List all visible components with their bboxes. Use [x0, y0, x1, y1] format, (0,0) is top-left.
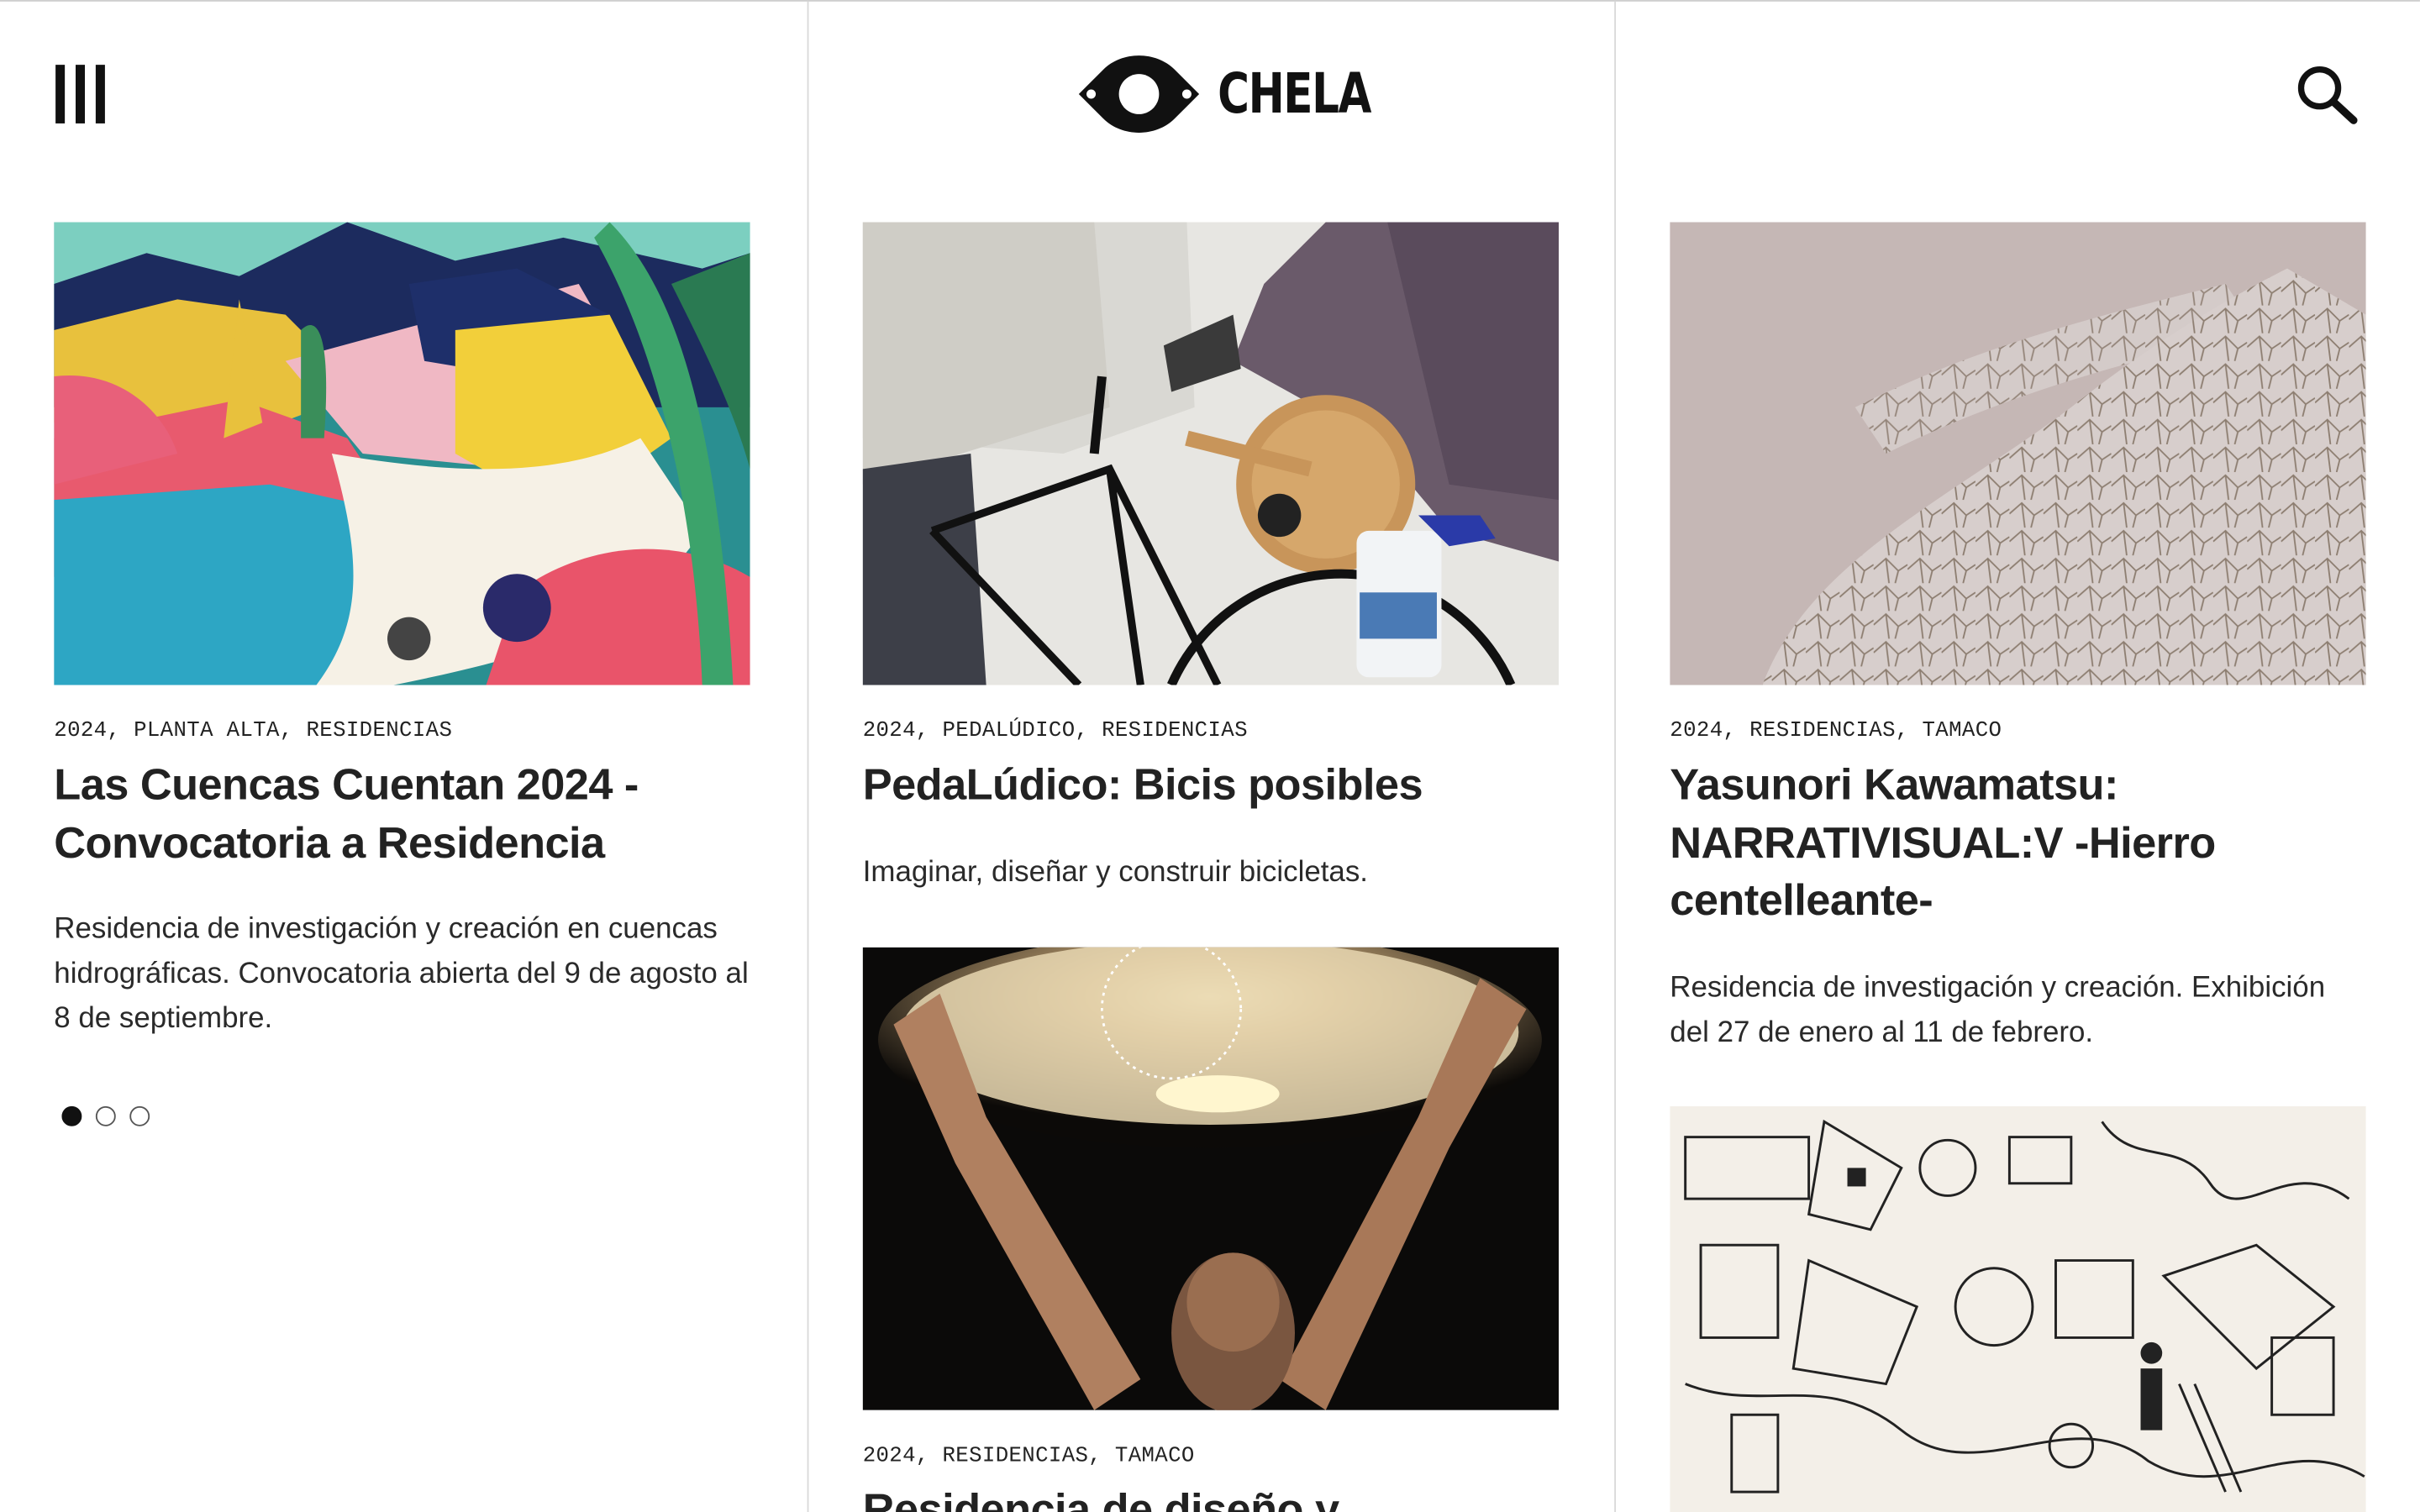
menu-icon-bar	[95, 65, 105, 123]
logo-text: CHELA	[1218, 62, 1371, 126]
card-title[interactable]: Yasunori Kawamatsu: NARRATIVISUAL:V -Hie…	[1670, 758, 2365, 932]
menu-icon-bar	[55, 65, 66, 123]
page: 2024, PLANTA ALTA, RESIDENCIAS Las Cuenc…	[0, 0, 2420, 1512]
card-tags: 2024, RESIDENCIAS, TAMACO	[862, 1444, 1195, 1469]
card-image-sketch[interactable]	[1670, 1105, 2366, 1512]
tag-link[interactable]: 2024	[1670, 719, 1723, 743]
card-description: Residencia de investigación y creación. …	[1670, 971, 2326, 1049]
carousel-dot-1[interactable]	[61, 1105, 82, 1126]
card-image-cracked-surface[interactable]	[1670, 222, 2366, 685]
card-title[interactable]: Las Cuencas Cuentan 2024 - Convocatoria …	[54, 758, 750, 874]
tag-link[interactable]: RESIDENCIAS	[306, 719, 452, 743]
tag-link[interactable]: RESIDENCIAS	[943, 1444, 1089, 1468]
column-1: 2024, PLANTA ALTA, RESIDENCIAS Las Cuenc…	[0, 2, 806, 1512]
carousel-indicator	[61, 1105, 150, 1126]
tag-link[interactable]: RESIDENCIAS	[1749, 719, 1896, 743]
card-tags: 2024, RESIDENCIAS, TAMACO	[1670, 718, 2002, 744]
card-tags: 2024, PEDALÚDICO, RESIDENCIAS	[862, 718, 1248, 744]
tag-link[interactable]: RESIDENCIAS	[1102, 719, 1248, 743]
search-button[interactable]	[2295, 63, 2360, 124]
card: 2024, RESIDENCIAS, TAMACO Yasunori Kawam…	[1670, 222, 2366, 1054]
card-image-bicycle[interactable]	[862, 222, 1560, 685]
menu-button[interactable]	[55, 65, 105, 123]
menu-icon-bar	[75, 65, 86, 123]
tag-link[interactable]: TAMACO	[1922, 719, 2002, 743]
card-description: Imaginar, diseñar y construir bicicletas…	[862, 855, 1369, 889]
tag-link[interactable]: PEDALÚDICO	[943, 719, 1076, 743]
carousel-dot-3[interactable]	[129, 1105, 150, 1126]
search-icon	[2297, 66, 2358, 124]
site-logo[interactable]: CHELA	[1076, 45, 1413, 144]
card-image-lamp[interactable]	[862, 947, 1560, 1410]
column-3: 2024, RESIDENCIAS, TAMACO Yasunori Kawam…	[1614, 1, 2420, 1512]
tag-link[interactable]: 2024	[863, 719, 916, 743]
eye-logo-icon	[1078, 55, 1200, 133]
carousel-dot-2[interactable]	[95, 1105, 116, 1126]
card-title[interactable]: Residencia de diseño y	[863, 1483, 1559, 1512]
tag-link[interactable]: 2024	[54, 719, 107, 743]
column-2: CHELA 2024, PEDALÚDICO, RESIDENCIAS Peda…	[807, 1, 1613, 1512]
card: 2024, PEDALÚDICO, RESIDENCIAS PedaLúdico…	[862, 222, 1560, 894]
tag-link[interactable]: PLANTA ALTA	[134, 719, 280, 743]
featured-card: 2024, PLANTA ALTA, RESIDENCIAS Las Cuenc…	[54, 222, 750, 1041]
card-image-cuencas[interactable]	[54, 222, 750, 685]
tag-link[interactable]: TAMACO	[1115, 1444, 1195, 1468]
card: 2024, RESIDENCIAS, TAMACO Residencia de …	[862, 947, 1560, 1512]
card-description: Residencia de investigación y creación e…	[54, 913, 749, 1036]
tag-link[interactable]: 2024	[863, 1444, 916, 1468]
card	[1670, 1105, 2366, 1512]
card-title[interactable]: PedaLúdico: Bicis posibles	[863, 758, 1559, 816]
card-tags: 2024, PLANTA ALTA, RESIDENCIAS	[54, 718, 453, 744]
